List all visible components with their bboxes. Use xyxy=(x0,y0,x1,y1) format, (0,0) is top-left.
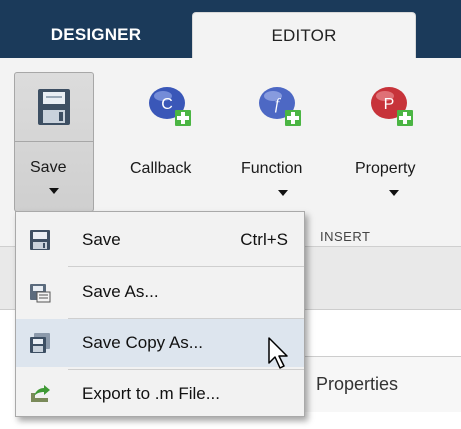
mouse-cursor-icon xyxy=(268,337,288,369)
save-copy-icon xyxy=(30,333,50,353)
menu-item-label: Save Copy As... xyxy=(82,333,203,352)
property-icon: P xyxy=(371,87,413,126)
menu-item-label: Save As... xyxy=(82,282,159,301)
callback-button[interactable]: C Callback xyxy=(118,72,218,212)
tab-bar: DESIGNER EDITOR xyxy=(0,0,461,58)
callback-icon-letter: C xyxy=(161,96,173,113)
function-label: Function xyxy=(241,160,303,177)
floppy-disk-icon xyxy=(38,89,70,125)
chevron-down-icon xyxy=(49,188,59,194)
menu-item-save-copy-as[interactable]: Save Copy As... xyxy=(16,319,304,367)
chevron-down-icon xyxy=(278,190,288,196)
menu-separator xyxy=(68,266,304,267)
function-button[interactable]: f Function xyxy=(236,72,328,212)
menu-item-save[interactable]: Save Ctrl+S xyxy=(16,216,304,264)
save-button[interactable] xyxy=(15,73,93,142)
menu-item-label: Export to .m File... xyxy=(82,384,220,403)
tab-designer[interactable]: DESIGNER xyxy=(0,12,192,58)
export-arrow-icon xyxy=(31,385,50,402)
menu-item-shortcut: Ctrl+S xyxy=(240,230,288,249)
insert-group-label: INSERT xyxy=(320,229,371,244)
property-icon-letter: P xyxy=(384,96,395,113)
callback-label: Callback xyxy=(130,160,192,177)
callback-icon: C xyxy=(149,87,191,126)
save-menu-toggle[interactable]: Save xyxy=(15,142,93,212)
function-icon: f xyxy=(259,87,301,126)
menu-item-export-m-file[interactable]: Export to .m File... xyxy=(16,370,304,418)
save-dropdown-menu: Save Ctrl+S Save As... Save Copy As... E… xyxy=(15,211,305,417)
menu-item-label: Save xyxy=(82,230,121,249)
properties-tab-label: Properties xyxy=(316,374,399,394)
menu-item-save-as[interactable]: Save As... xyxy=(16,268,304,316)
floppy-disk-icon xyxy=(30,230,50,250)
property-label: Property xyxy=(355,160,416,177)
save-button-label: Save xyxy=(30,159,67,176)
property-button[interactable]: P Property xyxy=(345,72,445,212)
tab-editor[interactable]: EDITOR xyxy=(192,12,416,58)
chevron-down-icon xyxy=(389,190,399,196)
save-split-button[interactable]: Save xyxy=(14,72,94,212)
properties-tab[interactable]: Properties xyxy=(292,356,461,412)
save-as-icon xyxy=(30,284,51,303)
